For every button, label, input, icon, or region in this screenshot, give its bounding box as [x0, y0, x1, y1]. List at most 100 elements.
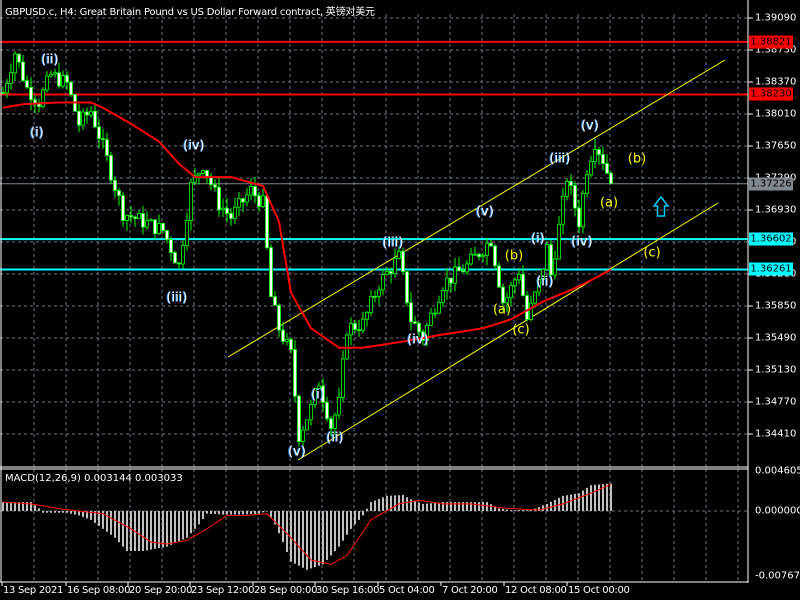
price-axis-label: 1.34410 — [755, 428, 797, 440]
candle-bearish — [281, 329, 285, 342]
macd-histogram-bar — [174, 511, 176, 544]
candle-bullish — [561, 195, 565, 225]
candle-bearish — [153, 219, 157, 234]
price-axis-label: 1.35850 — [755, 300, 797, 312]
price-axis-label: 1.38370 — [755, 76, 797, 88]
macd-histogram-bar — [222, 511, 224, 515]
macd-histogram-bar — [122, 511, 124, 547]
macd-histogram-bar — [370, 502, 372, 511]
macd-histogram-bar — [434, 502, 436, 511]
candle-bullish — [45, 75, 49, 91]
time-axis-label: 12 Oct 08:00 — [505, 585, 567, 596]
price-chart[interactable] — [0, 0, 800, 600]
wave-label: (ii) — [536, 274, 554, 290]
macd-histogram-bar — [606, 483, 608, 511]
candle-bullish — [221, 207, 225, 211]
macd-histogram-bar — [302, 511, 304, 568]
candle-bullish — [237, 198, 241, 208]
candle-bearish — [205, 170, 209, 178]
macd-histogram-bar — [478, 502, 480, 511]
candle-bearish — [489, 242, 493, 247]
candle-bullish — [533, 291, 537, 304]
macd-histogram-bar — [74, 511, 76, 515]
macd-histogram-bar — [170, 511, 172, 545]
candle-bearish — [101, 138, 105, 141]
macd-histogram-bar — [110, 511, 112, 535]
macd-histogram-bar — [366, 508, 368, 511]
macd-histogram-bar — [198, 511, 200, 525]
candle-bearish — [497, 265, 501, 288]
candle-bearish — [449, 277, 453, 284]
macd-histogram-bar — [150, 511, 152, 550]
macd-histogram-bar — [58, 511, 60, 513]
candle-bullish — [189, 181, 193, 221]
wave-label: (i) — [311, 387, 325, 403]
candle-bearish — [113, 179, 117, 191]
candle-bearish — [573, 185, 577, 209]
candle-bearish — [241, 198, 245, 203]
time-axis-label: 16 Sep 08:00 — [67, 585, 131, 596]
candle-bullish — [149, 219, 153, 222]
macd-histogram-bar — [126, 511, 128, 552]
macd-histogram-bar — [586, 487, 588, 511]
macd-histogram-bar — [598, 484, 600, 511]
macd-histogram-bar — [422, 503, 424, 511]
wave-label: (ii) — [41, 52, 59, 68]
candle-bearish — [229, 212, 233, 219]
wave-label: (iii) — [549, 151, 571, 167]
candle-bullish — [245, 194, 249, 203]
macd-histogram-bar — [574, 493, 576, 511]
macd-histogram-bar — [306, 511, 308, 570]
candle-bullish — [437, 301, 441, 314]
candle-bearish — [277, 304, 281, 331]
macd-histogram-bar — [238, 511, 240, 515]
macd-histogram-bar — [130, 511, 132, 552]
candle-bearish — [17, 53, 21, 63]
candle-bullish — [585, 174, 589, 194]
candle-bearish — [525, 295, 529, 320]
wave-label-corrective: (c) — [643, 245, 661, 261]
wave-label: (iv) — [571, 234, 593, 250]
candle-bullish — [53, 72, 57, 75]
candle-bullish — [361, 318, 365, 331]
candle-bullish — [589, 161, 593, 176]
macd-histogram-bar — [46, 511, 48, 513]
candle-bullish — [285, 339, 289, 342]
candle-bearish — [461, 270, 465, 273]
price-tag-support-1: 1.36602 — [749, 232, 793, 246]
time-axis-label: 23 Sep 12:00 — [191, 585, 255, 596]
wave-label: (v) — [476, 204, 494, 220]
macd-histogram-bar — [294, 511, 296, 564]
macd-histogram-bar — [70, 511, 72, 514]
macd-histogram-bar — [510, 510, 512, 511]
macd-axis-zero: 0.000000 — [755, 505, 800, 517]
macd-histogram-bar — [570, 494, 572, 511]
macd-histogram-bar — [518, 510, 520, 511]
macd-histogram-bar — [250, 511, 252, 515]
candle-bullish — [185, 220, 189, 246]
price-axis-label: 1.38010 — [755, 108, 797, 120]
candle-bullish — [89, 110, 93, 116]
candle-bullish — [509, 285, 513, 299]
candle-bullish — [125, 214, 129, 221]
candle-bullish — [397, 250, 401, 259]
macd-histogram-bar — [326, 511, 328, 560]
time-axis-label: 5 Oct 04:00 — [379, 585, 435, 596]
macd-histogram-bar — [190, 511, 192, 534]
candle-bearish — [389, 270, 393, 274]
candle-bearish — [549, 244, 553, 276]
macd-histogram-bar — [186, 511, 188, 538]
candle-bearish — [417, 323, 421, 333]
macd-histogram-bar — [214, 511, 216, 515]
candle-bullish — [473, 253, 477, 256]
candle-bearish — [177, 262, 181, 265]
macd-histogram-bar — [118, 511, 120, 543]
candle-bullish — [365, 312, 369, 320]
macd-histogram-bar — [506, 509, 508, 511]
macd-histogram-bar — [414, 500, 416, 511]
macd-title: MACD(12,26,9) 0.003144 0.003033 — [5, 473, 183, 484]
candle-bearish — [289, 339, 293, 351]
macd-histogram-bar — [6, 502, 8, 511]
macd-histogram-bar — [418, 502, 420, 511]
macd-histogram-bar — [486, 502, 488, 511]
